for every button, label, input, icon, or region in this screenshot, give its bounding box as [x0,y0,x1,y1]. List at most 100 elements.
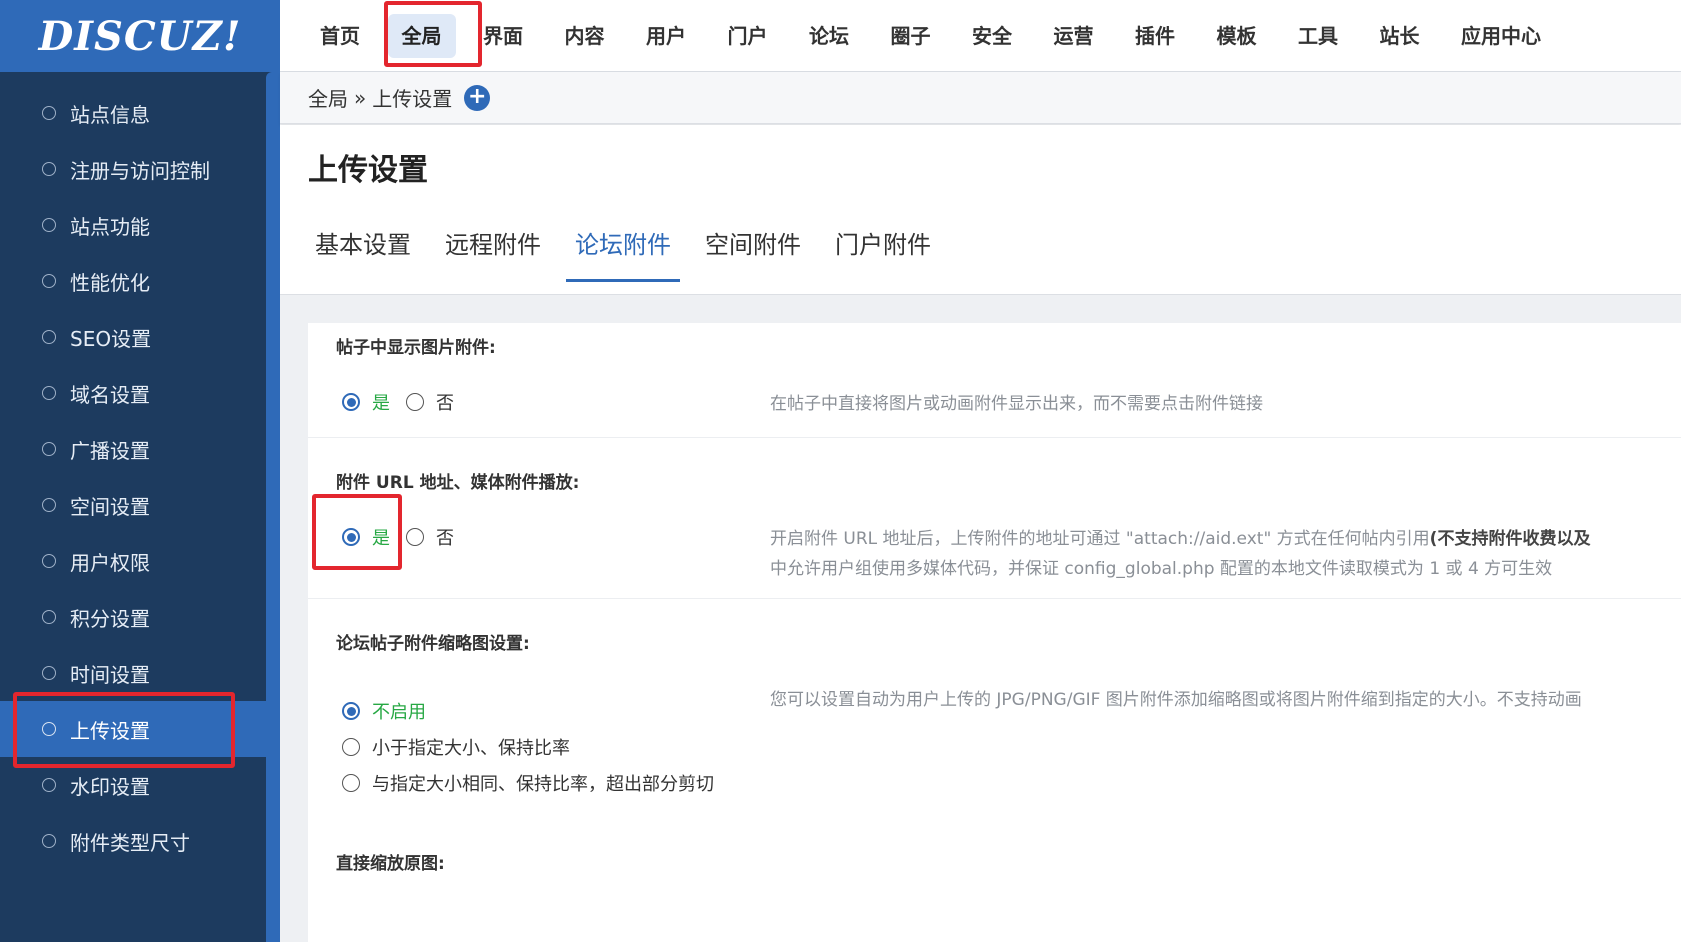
circle-bullet-icon [42,330,56,344]
attach-url-no-radio[interactable]: 否 [406,524,454,550]
circle-bullet-icon [42,778,56,792]
sidebar-item[interactable]: 性能优化 [0,253,266,309]
show-image-yes-radio[interactable]: 是 [342,389,390,415]
nav-item[interactable]: 内容 [551,14,619,58]
sidebar-menu: 站点信息注册与访问控制 站点功能性能优化 SEO设置域名设置 广播设置空间设置用户权限… [0,85,266,869]
tab[interactable]: 论坛附件 [566,213,680,282]
nav-item[interactable]: 用户 [632,14,700,58]
sidebar-item[interactable]: 水印设置 [0,757,266,813]
circle-bullet-icon [42,162,56,176]
setting-title: 帖子中显示图片附件: [336,338,496,358]
setting-attach-url: 附件 URL 地址、媒体附件播放: 是 否 开启附件 URL 地址后，上传附件的… [308,438,1681,599]
desc-line-1: 开启附件 URL 地址后，上传附件的地址可通过 "attach://aid.ex… [770,529,1430,549]
sidebar-item[interactable]: 站点功能 [0,197,266,253]
attach-url-yes-radio[interactable]: 是 [342,524,390,550]
radio-label: 不启用 [372,702,426,723]
setting-description: 您可以设置自动为用户上传的 JPG/PNG/GIF 图片附件添加缩略图或将图片附… [770,690,1582,710]
setting-show-image: 帖子中显示图片附件: 是 否 在帖子中直接将图片或动画附件显示出来，而不需要点击… [308,323,1681,438]
nav-item[interactable]: 应用中心 [1447,14,1555,58]
radio-unchecked-icon [342,774,360,792]
nav-item[interactable]: 安全 [958,14,1026,58]
sidebar-item[interactable]: 站点信息 [0,85,266,141]
nav-item[interactable]: 门户 [714,14,782,58]
sidebar-item-label: 站点信息 [70,102,150,127]
sidebar-item-label: SEO设置 [70,326,152,351]
nav-item[interactable]: 圈子 [877,14,945,58]
settings-panel: 帖子中显示图片附件: 是 否 在帖子中直接将图片或动画附件显示出来，而不需要点击… [308,323,1681,942]
breadcrumb-parent[interactable]: 全局 [308,83,348,112]
nav-item[interactable]: 插件 [1121,14,1189,58]
sidebar-item-label: 上传设置 [70,718,150,743]
radio-label: 否 [436,393,454,414]
top-nav: 首页 全局 界面 内容 用户 门户 论坛 圈子 安全 运营 插件 模板 工具 站长 应用中心 [280,0,1681,72]
breadcrumb: 全局 » 上传设置 + [280,72,1681,124]
setting-description: 在帖子中直接将图片或动画附件显示出来，而不需要点击附件链接 [770,394,1263,414]
circle-bullet-icon [42,274,56,288]
circle-bullet-icon [42,610,56,624]
sidebar-item-label: 空间设置 [70,494,150,519]
nav-item[interactable]: 运营 [1040,14,1108,58]
circle-bullet-icon [42,498,56,512]
setting-title: 附件 URL 地址、媒体附件播放: [336,473,580,493]
circle-bullet-icon [42,666,56,680]
sidebar-item[interactable]: SEO设置 [0,309,266,365]
nav-item[interactable]: 全局 [387,13,456,58]
tab[interactable]: 门户附件 [826,213,940,280]
nav-item[interactable]: 模板 [1203,14,1271,58]
nav-item[interactable]: 站长 [1366,14,1434,58]
tab[interactable]: 远程附件 [436,213,550,280]
setting-description: 开启附件 URL 地址后，上传附件的地址可通过 "attach://aid.ex… [770,524,1590,584]
setting-title: 论坛帖子附件缩略图设置: [336,634,530,654]
sidebar-item-label: 站点功能 [70,214,150,239]
sidebar: DISCUZ! 站点信息注册与访问控制 站点功能性能优化 SEO设置域名设置 广播设置… [0,0,280,942]
thumbnail-option-crop-radio[interactable]: 与指定大小相同、保持比率，超出部分剪切 [342,770,714,796]
logo-text: DISCUZ! [38,12,242,60]
desc-line-2: 中允许用户组使用多媒体代码，并保证 config_global.php 配置的本… [770,559,1553,579]
sidebar-item-label: 附件类型尺寸 [70,830,190,855]
sidebar-item[interactable]: 附件类型尺寸 [0,813,266,869]
radio-unchecked-icon [342,738,360,756]
breadcrumb-current: 上传设置 [372,87,453,111]
sidebar-item-label: 水印设置 [70,774,150,799]
show-image-no-radio[interactable]: 否 [406,389,454,415]
tab[interactable]: 基本设置 [306,213,420,280]
sidebar-item-label: 积分设置 [70,606,150,631]
thumbnail-option-disabled-radio[interactable]: 不启用 [342,698,426,724]
radio-label: 与指定大小相同、保持比率，超出部分剪切 [372,774,714,795]
sidebar-item[interactable]: 注册与访问控制 [0,141,266,197]
nav-item[interactable]: 首页 [306,14,374,58]
radio-checked-icon [342,702,360,720]
radio-unchecked-icon [406,528,424,546]
sidebar-scrollbar[interactable] [266,72,280,942]
radio-unchecked-icon [406,393,424,411]
sidebar-item[interactable]: 用户权限 [0,533,266,589]
circle-bullet-icon [42,722,56,736]
radio-label: 小于指定大小、保持比率 [372,738,570,759]
nav-item[interactable]: 工具 [1284,14,1352,58]
circle-bullet-icon [42,554,56,568]
nav-item[interactable]: 论坛 [795,14,863,58]
setting-thumbnail: 论坛帖子附件缩略图设置: 不启用 小于指定大小、保持比率 与指定大小相同、保持比… [308,599,1681,829]
radio-checked-icon [342,393,360,411]
sidebar-item-label: 时间设置 [70,662,150,687]
add-shortcut-icon[interactable]: + [464,84,491,111]
sidebar-item[interactable]: 空间设置 [0,477,266,533]
radio-checked-icon [342,528,360,546]
setting-scale-original: 直接缩放原图: [308,829,1681,942]
sidebar-item[interactable]: 积分设置 [0,589,266,645]
sidebar-item-label: 注册与访问控制 [70,158,210,183]
circle-bullet-icon [42,834,56,848]
sidebar-item[interactable]: 上传设置 [0,701,266,757]
radio-label: 是 [372,528,390,549]
breadcrumb-separator: » [354,85,367,110]
sidebar-item[interactable]: 时间设置 [0,645,266,701]
circle-bullet-icon [42,106,56,120]
logo[interactable]: DISCUZ! [0,0,280,72]
nav-item[interactable]: 界面 [469,14,537,58]
radio-label: 否 [436,528,454,549]
sidebar-item[interactable]: 广播设置 [0,421,266,477]
thumbnail-option-smaller-radio[interactable]: 小于指定大小、保持比率 [342,734,570,760]
tab[interactable]: 空间附件 [696,213,810,280]
sidebar-item[interactable]: 域名设置 [0,365,266,421]
setting-title: 直接缩放原图: [336,854,445,874]
